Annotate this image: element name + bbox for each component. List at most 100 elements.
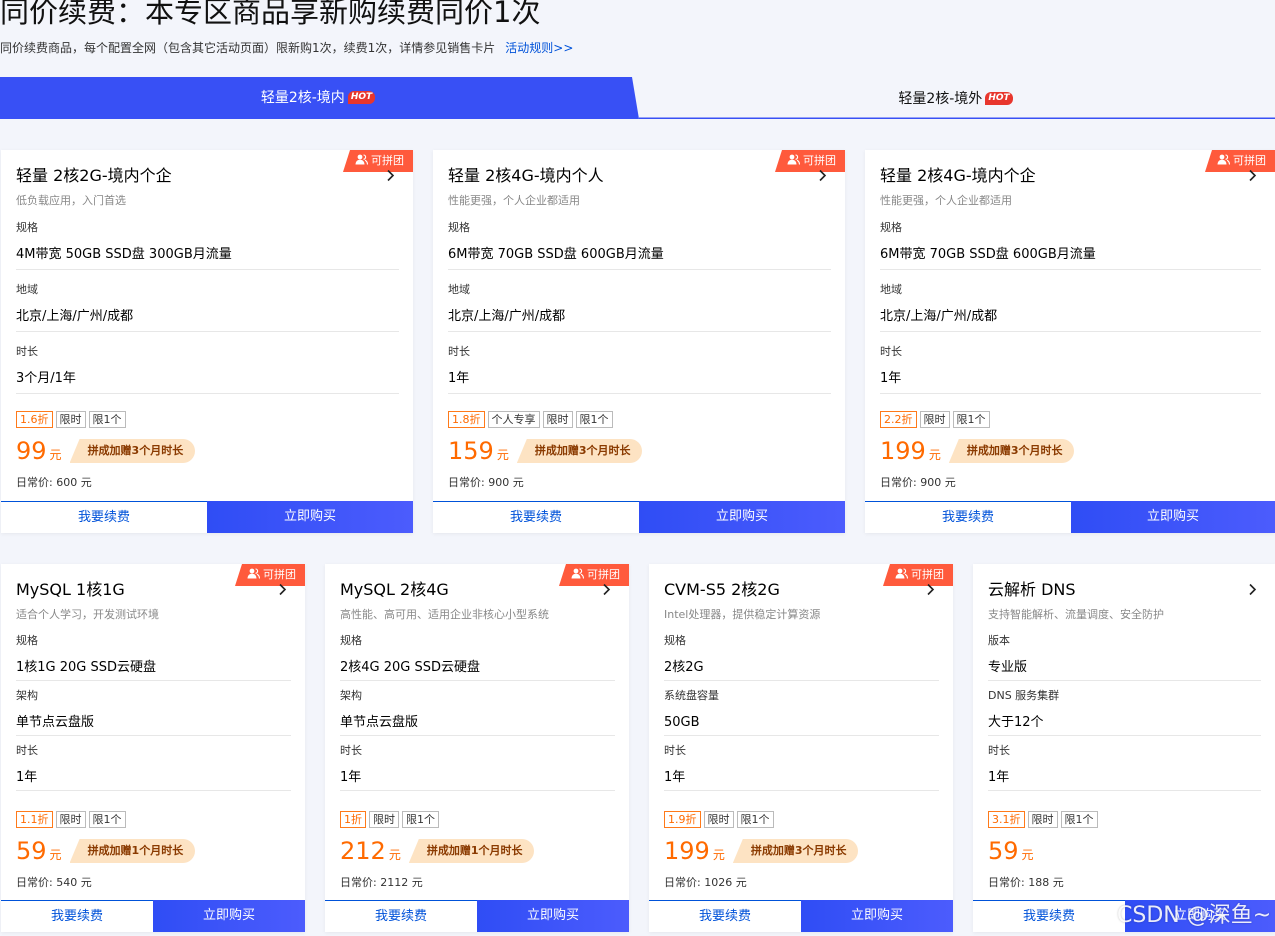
- buy-now-button[interactable]: 立即购买: [477, 900, 629, 932]
- renew-button[interactable]: 我要续费: [433, 501, 639, 533]
- spec-row: 时长 1年: [988, 744, 1261, 791]
- chevron-right-icon[interactable]: [386, 169, 395, 182]
- tag: 限时: [542, 411, 573, 428]
- chevron-right-icon[interactable]: [1248, 583, 1257, 596]
- renew-button[interactable]: 我要续费: [1, 900, 153, 932]
- group-buy-badge: 可拼团: [883, 564, 953, 586]
- spec-row: DNS 服务集群 大于12个: [988, 689, 1261, 736]
- buy-now-button[interactable]: 立即购买: [1071, 501, 1275, 533]
- chevron-right-icon[interactable]: [818, 169, 827, 182]
- spec-row: 规格 4M带宽 50GB SSD盘 300GB月流量: [16, 221, 399, 270]
- spec-row: 规格 2核4G 20G SSD云硬盘: [340, 634, 615, 681]
- card-title[interactable]: 云解析 DNS: [988, 580, 1076, 600]
- buy-now-button[interactable]: 立即购买: [207, 501, 413, 533]
- price-row: 59 元拼成加赠1个月时长: [16, 836, 196, 866]
- card-title[interactable]: CVM-S5 2核2G: [664, 580, 780, 600]
- tag: 限1个: [88, 811, 126, 828]
- tag: 限时: [703, 811, 734, 828]
- product-card: 可拼团 轻量 2核2G-境内个企 低负载应用，入门首选 规格 4M带宽 50GB SSD…: [1, 150, 413, 533]
- card-title[interactable]: MySQL 2核4G: [340, 580, 449, 600]
- renew-button[interactable]: 我要续费: [325, 900, 477, 932]
- group-icon: [571, 568, 584, 579]
- tab-overseas[interactable]: 轻量2核-境外 HOT: [636, 78, 1275, 120]
- promo-ribbon: 拼成加赠3个月时长: [732, 839, 859, 863]
- card-title[interactable]: MySQL 1核1G: [16, 580, 125, 600]
- tag-list: 1.8折 个人专享 限时 限1个: [448, 411, 616, 428]
- tag: 限时: [55, 411, 86, 428]
- spec-label: 时长: [340, 744, 362, 757]
- chevron-right-icon[interactable]: [1248, 169, 1257, 182]
- spec-label: 规格: [340, 634, 362, 647]
- discount-tag: 3.1折: [988, 811, 1025, 828]
- hot-badge: HOT: [985, 91, 1013, 105]
- spec-value: 1年: [988, 770, 1010, 785]
- spec-value: 50GB: [664, 715, 700, 730]
- card-title[interactable]: 轻量 2核4G-境内个人: [448, 166, 604, 186]
- group-buy-label: 可拼团: [803, 154, 836, 167]
- group-icon: [247, 568, 260, 579]
- group-icon: [787, 154, 800, 165]
- product-card: 可拼团 MySQL 1核1G 适合个人学习，开发测试环境 规格 1核1G 20G SSD…: [1, 564, 305, 932]
- normal-price: 日常价: 1026 元: [664, 876, 747, 889]
- buy-now-button[interactable]: 立即购买: [801, 900, 953, 932]
- spec-label: 时长: [664, 744, 686, 757]
- price-row: 199 元拼成加赠3个月时长: [880, 436, 1075, 466]
- spec-row: 地域 北京/上海/广州/成都: [448, 283, 831, 332]
- spec-row: 时长 1年: [880, 345, 1261, 394]
- group-buy-label: 可拼团: [263, 568, 296, 581]
- spec-row: 规格 6M带宽 70GB SSD盘 600GB月流量: [448, 221, 831, 270]
- tag: 限时: [1027, 811, 1058, 828]
- tag: 限时: [55, 811, 86, 828]
- product-tabs: 轻量2核-境内 HOT 轻量2核-境外 HOT: [0, 77, 1275, 119]
- renew-button[interactable]: 我要续费: [865, 501, 1071, 533]
- chevron-right-icon[interactable]: [278, 583, 287, 596]
- spec-value: 单节点云盘版: [16, 715, 95, 730]
- renew-button[interactable]: 我要续费: [1, 501, 207, 533]
- spec-label: 时长: [880, 345, 902, 358]
- spec-value: 北京/上海/广州/成都: [16, 309, 134, 324]
- spec-row: 时长 1年: [448, 345, 831, 394]
- spec-value: 1年: [448, 371, 470, 386]
- tag-list: 3.1折 限时 限1个: [988, 811, 1101, 828]
- spec-value: 4M带宽 50GB SSD盘 300GB月流量: [16, 247, 232, 262]
- card-subtitle: 支持智能解析、流量调度、安全防护: [988, 608, 1164, 621]
- chevron-right-icon[interactable]: [602, 583, 611, 596]
- tag: 限1个: [736, 811, 774, 828]
- spec-value: 2核2G: [664, 660, 704, 675]
- spec-value: 2核4G 20G SSD云硬盘: [340, 660, 481, 675]
- buy-now-button[interactable]: 立即购买: [153, 900, 305, 932]
- group-buy-label: 可拼团: [1233, 154, 1266, 167]
- promo-ribbon: 拼成加赠1个月时长: [408, 839, 535, 863]
- tab-domestic-label: 轻量2核-境内: [260, 90, 345, 106]
- card-title[interactable]: 轻量 2核4G-境内个企: [880, 166, 1036, 186]
- price-row: 159 元拼成加赠3个月时长: [448, 436, 643, 466]
- spec-row: 架构 单节点云盘版: [16, 689, 291, 736]
- card-subtitle: 高性能、高可用、适用企业非核心小型系统: [340, 608, 549, 621]
- spec-row: 地域 北京/上海/广州/成都: [880, 283, 1261, 332]
- chevron-right-icon[interactable]: [926, 583, 935, 596]
- promo-ribbon: 拼成加赠3个月时长: [69, 439, 196, 463]
- tag: 限1个: [88, 411, 126, 428]
- spec-label: 版本: [988, 634, 1010, 647]
- promo-ribbon: 拼成加赠1个月时长: [69, 839, 196, 863]
- discount-tag: 1.6折: [16, 411, 53, 428]
- group-buy-badge: 可拼团: [559, 564, 629, 586]
- spec-value: 6M带宽 70GB SSD盘 600GB月流量: [880, 247, 1096, 262]
- spec-row: 地域 北京/上海/广州/成都: [16, 283, 399, 332]
- spec-label: 规格: [664, 634, 686, 647]
- spec-label: 规格: [16, 221, 38, 234]
- activity-rules-link[interactable]: 活动规则>>: [505, 41, 573, 55]
- renew-button[interactable]: 我要续费: [649, 900, 801, 932]
- discount-tag: 1折: [340, 811, 366, 828]
- renew-button[interactable]: 我要续费: [973, 900, 1125, 932]
- tag: 限1个: [575, 411, 613, 428]
- discount-tag: 1.8折: [448, 411, 485, 428]
- price-row: 59 元: [988, 836, 1034, 866]
- tag: 限时: [369, 811, 399, 828]
- spec-row: 时长 1年: [16, 744, 291, 791]
- buy-now-button[interactable]: 立即购买: [639, 501, 845, 533]
- tag: 个人专享: [487, 411, 540, 428]
- price-row: 212 元拼成加赠1个月时长: [340, 836, 535, 866]
- card-title[interactable]: 轻量 2核2G-境内个企: [16, 166, 172, 186]
- tab-domestic[interactable]: 轻量2核-境内 HOT: [0, 77, 636, 119]
